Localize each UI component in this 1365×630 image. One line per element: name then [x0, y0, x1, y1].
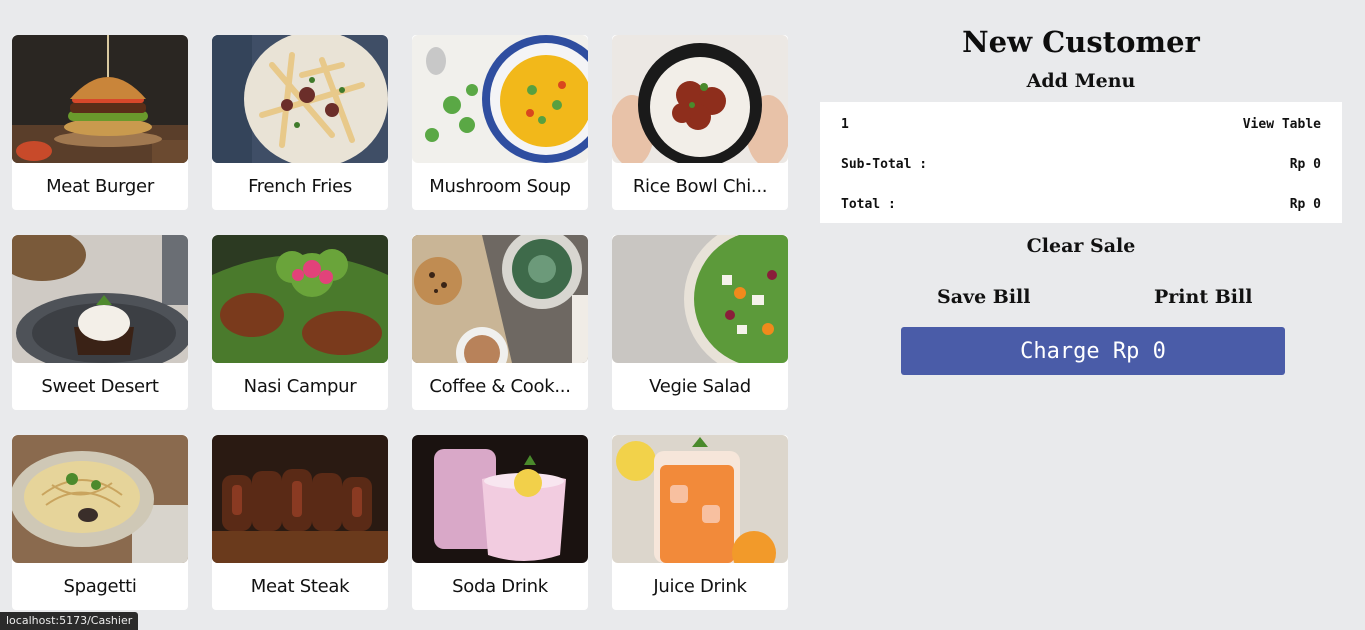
- subtotal-value: Rp 0: [1289, 156, 1321, 172]
- coffee-cookies-image: [412, 235, 588, 363]
- menu-item-nasi-campur[interactable]: Nasi Campur: [212, 235, 388, 410]
- menu-item-rice-bowl-chicken[interactable]: Rice Bowl Chi...: [612, 35, 788, 210]
- view-table-link[interactable]: View Table: [1243, 117, 1321, 132]
- page-title: New Customer: [962, 25, 1200, 59]
- menu-item-sweet-desert[interactable]: Sweet Desert: [12, 235, 188, 410]
- vegie-salad-image: [612, 235, 788, 363]
- menu-item-label: Sweet Desert: [41, 376, 159, 397]
- menu-item-label: Spagetti: [63, 576, 137, 597]
- meat-steak-image: [212, 435, 388, 563]
- menu-item-label: Meat Steak: [250, 576, 350, 597]
- meat-burger-image: [12, 35, 188, 163]
- add-menu-button[interactable]: Add Menu: [820, 68, 1342, 94]
- mushroom-soup-image: [412, 35, 588, 163]
- french-fries-image: [212, 35, 388, 163]
- menu-item-label: Coffee & Cook...: [429, 376, 571, 397]
- total-label: Total :: [841, 196, 896, 212]
- menu-item-meat-burger[interactable]: Meat Burger: [12, 35, 188, 210]
- total-row: Total : Rp 0: [841, 194, 1321, 214]
- sweet-desert-image: [12, 235, 188, 363]
- menu-item-label: Mushroom Soup: [429, 176, 571, 197]
- menu-item-french-fries[interactable]: French Fries: [212, 35, 388, 210]
- print-bill-button[interactable]: Print Bill: [1154, 284, 1252, 310]
- soda-drink-image: [412, 435, 588, 563]
- table-row: 1 View Table: [841, 114, 1321, 134]
- charge-button[interactable]: Charge Rp 0: [901, 327, 1285, 375]
- nasi-campur-image: [212, 235, 388, 363]
- menu-item-meat-steak[interactable]: Meat Steak: [212, 435, 388, 610]
- menu-item-label: Meat Burger: [46, 176, 154, 197]
- menu-item-mushroom-soup[interactable]: Mushroom Soup: [412, 35, 588, 210]
- order-summary: 1 View Table Sub-Total : Rp 0 Total : Rp…: [820, 102, 1342, 223]
- menu-item-label: Soda Drink: [452, 576, 548, 597]
- table-number: 1: [841, 116, 849, 132]
- spagetti-image: [12, 435, 188, 563]
- order-panel: New Customer Add Menu 1 View Table Sub-T…: [820, 20, 1342, 375]
- menu-item-label: French Fries: [248, 176, 352, 197]
- menu-item-spagetti[interactable]: Spagetti: [12, 435, 188, 610]
- save-bill-button[interactable]: Save Bill: [937, 284, 1031, 310]
- menu-item-soda-drink[interactable]: Soda Drink: [412, 435, 588, 610]
- menu-item-vegie-salad[interactable]: Vegie Salad: [612, 235, 788, 410]
- menu-item-coffee-cookies[interactable]: Coffee & Cook...: [412, 235, 588, 410]
- total-value: Rp 0: [1289, 196, 1321, 212]
- menu-item-label: Nasi Campur: [243, 376, 357, 397]
- subtotal-row: Sub-Total : Rp 0: [841, 154, 1321, 174]
- rice-bowl-chicken-image: [612, 35, 788, 163]
- menu-grid: Meat Burger French Fries Mushroom Soup R…: [12, 35, 788, 610]
- juice-drink-image: [612, 435, 788, 563]
- menu-item-label: Vegie Salad: [649, 376, 751, 397]
- menu-item-juice-drink[interactable]: Juice Drink: [612, 435, 788, 610]
- subtotal-label: Sub-Total :: [841, 156, 928, 172]
- menu-item-label: Rice Bowl Chi...: [632, 176, 768, 197]
- status-bar-url: localhost:5173/Cashier: [0, 612, 139, 630]
- menu-item-label: Juice Drink: [653, 576, 747, 597]
- clear-sale-button[interactable]: Clear Sale: [820, 233, 1342, 259]
